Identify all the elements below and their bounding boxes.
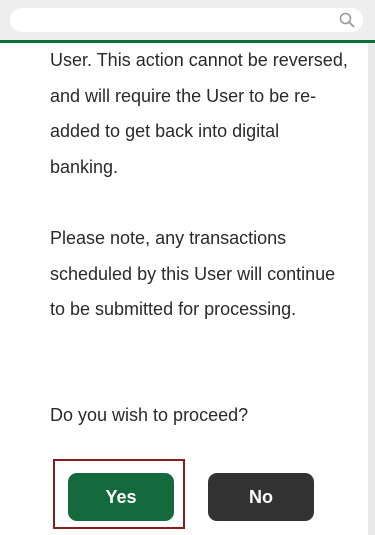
search-icon[interactable] [339, 12, 355, 28]
dialog-note-text: Please note, any transactions scheduled … [50, 228, 336, 319]
search-input[interactable] [10, 8, 363, 32]
dialog-question-text: Do you wish to proceed? [50, 405, 249, 425]
top-bar [0, 0, 375, 40]
dialog-warning-text: User. This action cannot be reversed, an… [50, 50, 348, 177]
no-button[interactable]: No [208, 473, 314, 521]
scroll-gutter [368, 43, 375, 535]
yes-button[interactable]: Yes [68, 473, 174, 521]
